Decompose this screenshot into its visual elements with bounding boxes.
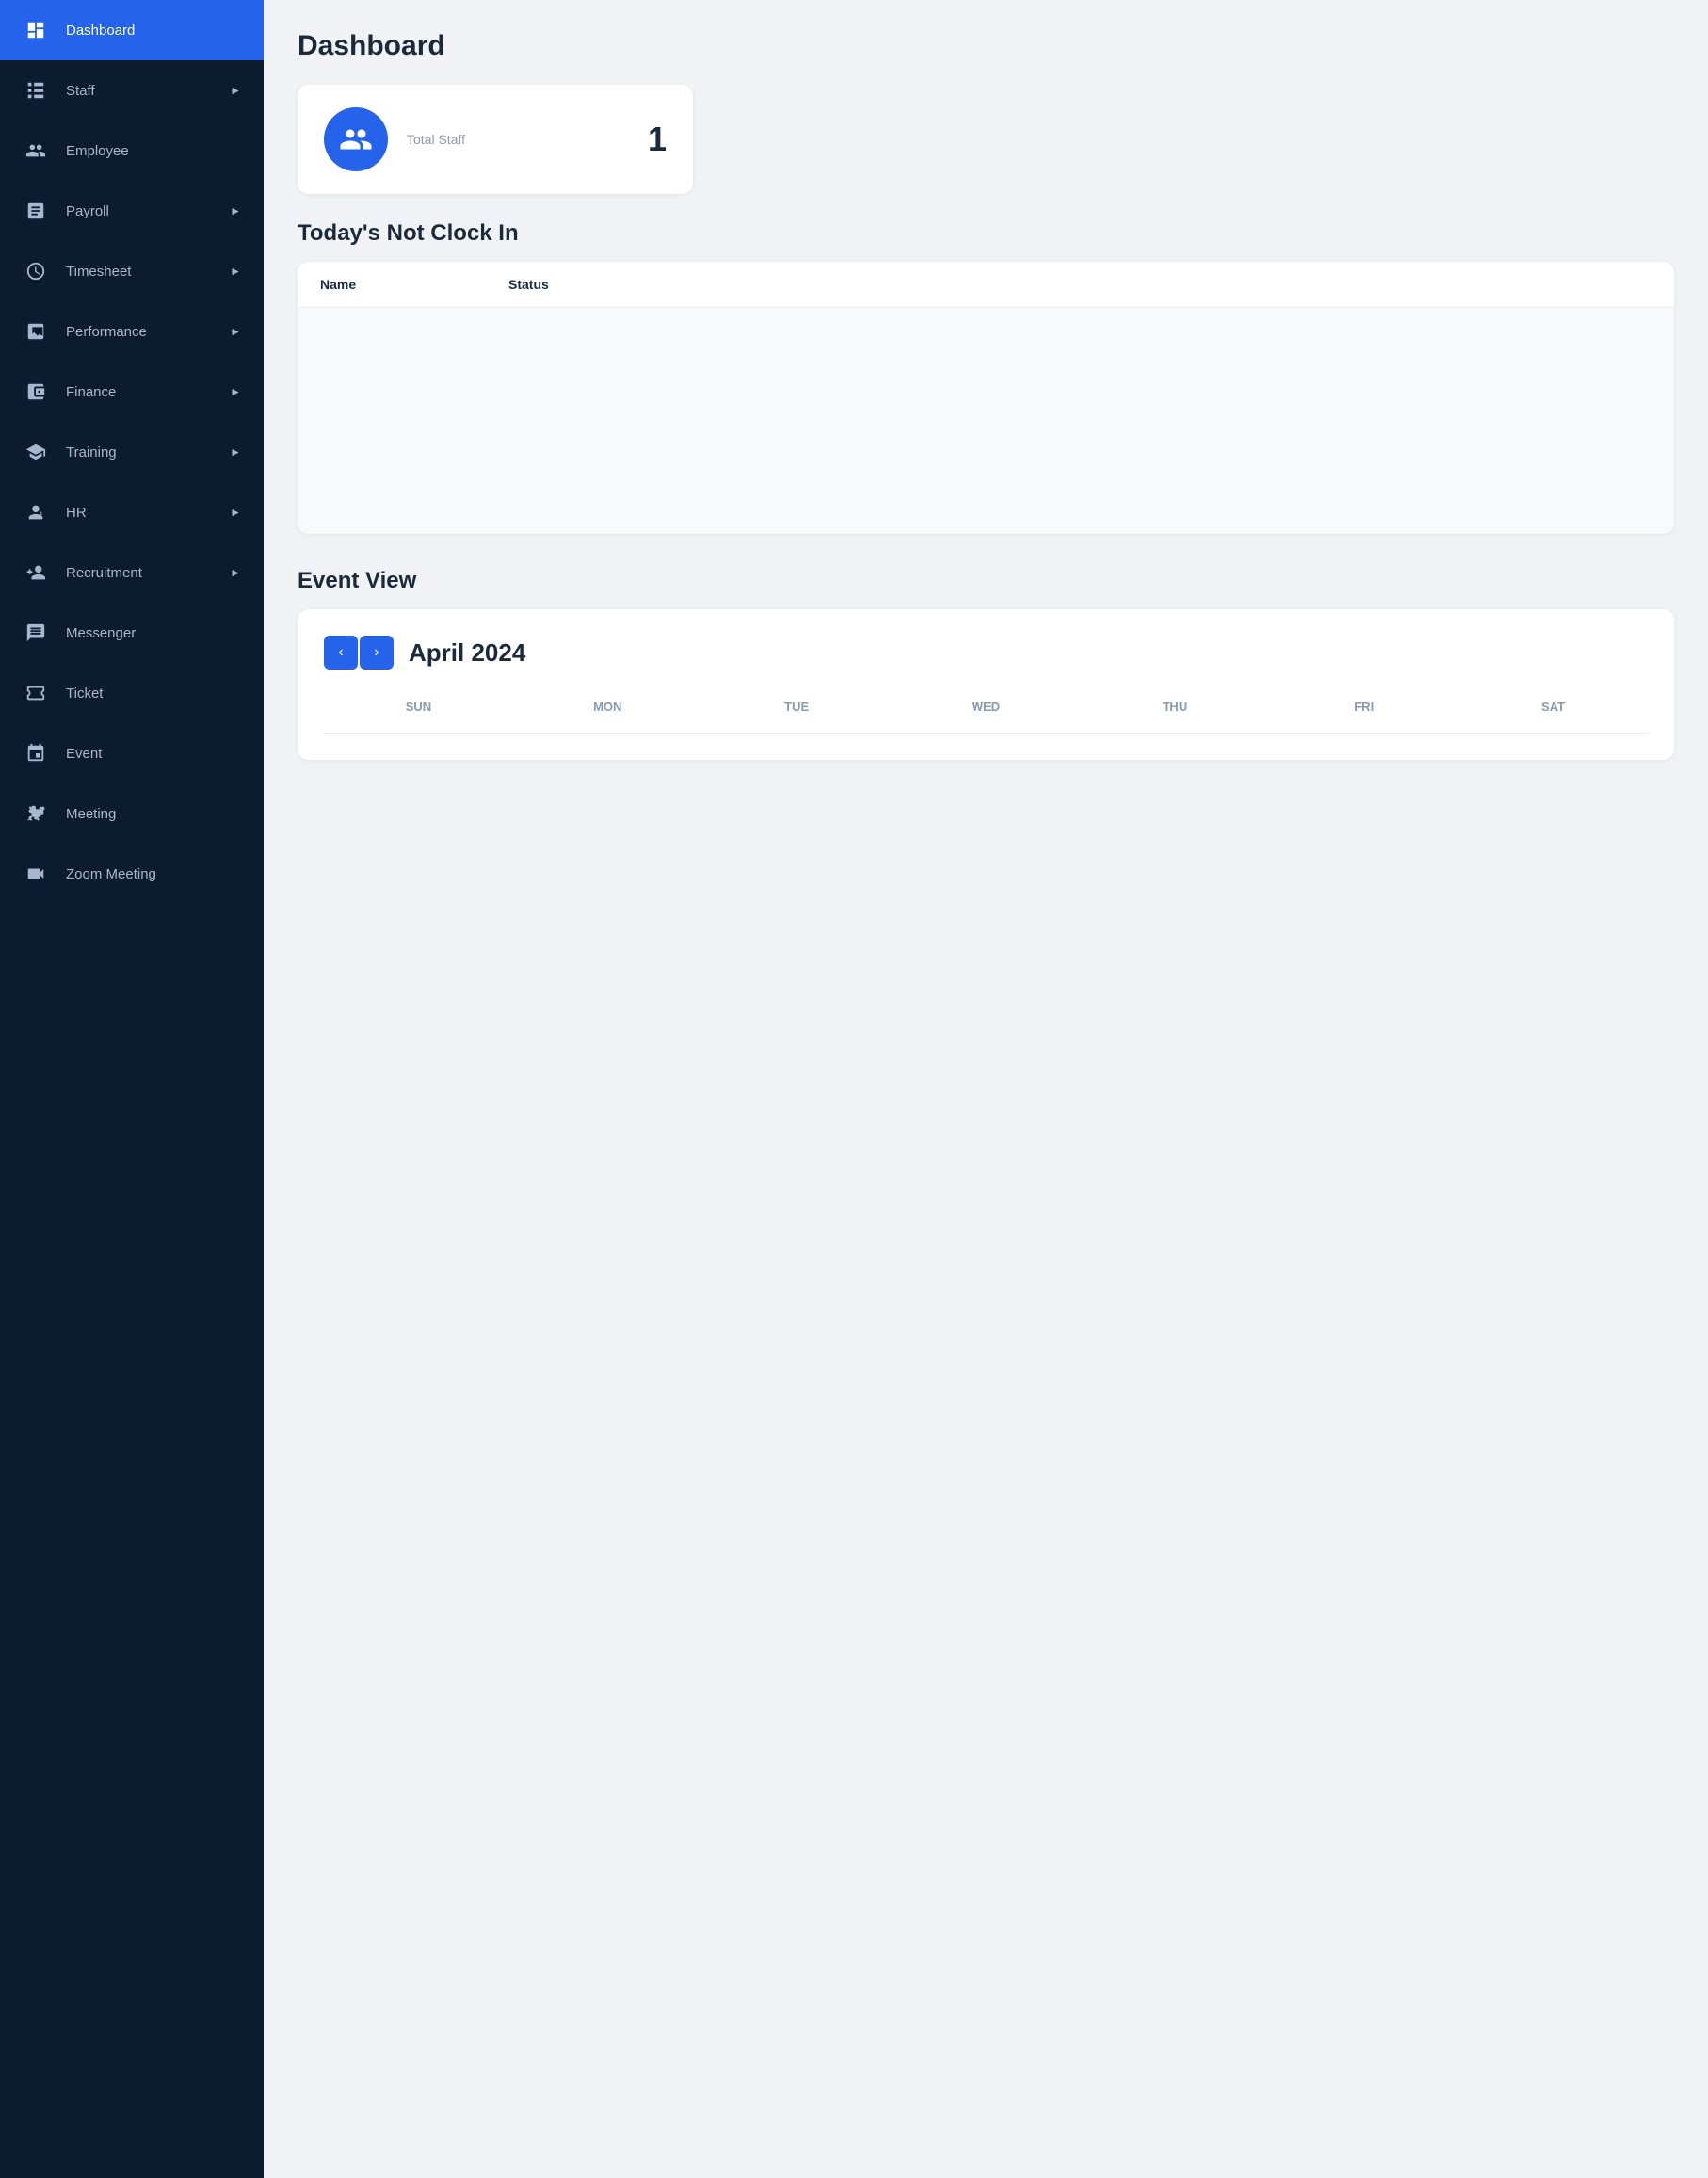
table-body xyxy=(298,308,1674,534)
staff-icon xyxy=(23,77,49,104)
sidebar-item-ticket-label: Ticket xyxy=(66,686,241,702)
employee-icon xyxy=(23,137,49,164)
timesheet-arrow-icon: ► xyxy=(230,265,241,278)
calendar-next-button[interactable]: › xyxy=(360,636,394,670)
sidebar-item-hr-label: HR xyxy=(66,505,213,521)
table-header-status: Status xyxy=(508,277,659,292)
calendar-day-tue: TUE xyxy=(702,692,892,721)
sidebar-item-messenger-label: Messenger xyxy=(66,625,241,641)
sidebar-item-training-label: Training xyxy=(66,444,213,460)
sidebar-item-recruitment[interactable]: Recruitment ► xyxy=(0,542,264,603)
zoom-icon xyxy=(23,861,49,887)
performance-icon xyxy=(23,318,49,345)
calendar-day-thu: THU xyxy=(1080,692,1269,721)
sidebar-item-timesheet-label: Timesheet xyxy=(66,264,213,280)
sidebar-item-recruitment-label: Recruitment xyxy=(66,565,213,581)
finance-icon xyxy=(23,379,49,405)
total-staff-icon-circle xyxy=(324,107,388,171)
sidebar-item-payroll-label: Payroll xyxy=(66,203,213,219)
total-staff-value: 1 xyxy=(648,122,667,156)
calendar-nav: ‹ › April 2024 xyxy=(324,636,1648,670)
calendar-day-fri: FRI xyxy=(1269,692,1458,721)
calendar-day-wed: WED xyxy=(892,692,1081,721)
sidebar-item-employee[interactable]: Employee xyxy=(0,121,264,181)
sidebar-item-dashboard-label: Dashboard xyxy=(66,23,241,39)
payroll-arrow-icon: ► xyxy=(230,204,241,218)
calendar-day-mon: MON xyxy=(513,692,702,721)
finance-arrow-icon: ► xyxy=(230,385,241,398)
calendar-day-sat: SAT xyxy=(1458,692,1648,721)
total-staff-icon xyxy=(339,122,373,156)
sidebar-item-timesheet[interactable]: Timesheet ► xyxy=(0,241,264,301)
messenger-icon xyxy=(23,620,49,646)
sidebar-item-training[interactable]: Training ► xyxy=(0,422,264,482)
sidebar-item-hr[interactable]: HR ► xyxy=(0,482,264,542)
event-view-section: Event View ‹ › April 2024 SUN MON TUE WE… xyxy=(298,568,1674,760)
sidebar-item-meeting[interactable]: Meeting xyxy=(0,783,264,844)
table-header-name: Name xyxy=(320,277,471,292)
sidebar-item-performance[interactable]: Performance ► xyxy=(0,301,264,362)
total-staff-card: Total Staff 1 xyxy=(298,85,693,194)
event-icon xyxy=(23,740,49,766)
total-staff-label: Total Staff xyxy=(407,132,465,147)
sidebar-item-employee-label: Employee xyxy=(66,143,241,159)
calendar-prev-button[interactable]: ‹ xyxy=(324,636,358,670)
timesheet-icon xyxy=(23,258,49,284)
not-clock-in-title: Today's Not Clock In xyxy=(298,220,1674,247)
recruitment-icon xyxy=(23,559,49,586)
staff-arrow-icon: ► xyxy=(230,84,241,97)
dashboard-icon xyxy=(23,17,49,43)
training-arrow-icon: ► xyxy=(230,445,241,459)
not-clock-in-table: Name Status xyxy=(298,262,1674,534)
calendar-nav-buttons: ‹ › xyxy=(324,636,394,670)
calendar-card: ‹ › April 2024 SUN MON TUE WED THU FRI S… xyxy=(298,609,1674,760)
training-icon xyxy=(23,439,49,465)
calendar-month: April 2024 xyxy=(409,638,525,668)
sidebar-item-payroll[interactable]: Payroll ► xyxy=(0,181,264,241)
meeting-icon xyxy=(23,800,49,827)
table-header: Name Status xyxy=(298,262,1674,308)
hr-icon xyxy=(23,499,49,525)
sidebar-item-zoom-meeting-label: Zoom Meeting xyxy=(66,866,241,882)
event-view-title: Event View xyxy=(298,568,1674,594)
stats-info: Total Staff xyxy=(407,132,465,147)
sidebar: Dashboard Staff ► Employee Payroll ► xyxy=(0,0,264,2178)
page-title: Dashboard xyxy=(298,30,1674,62)
sidebar-item-messenger[interactable]: Messenger xyxy=(0,603,264,663)
sidebar-item-finance-label: Finance xyxy=(66,384,213,400)
main-content: Dashboard Total Staff 1 Today's Not Cloc… xyxy=(264,0,1708,2178)
sidebar-item-finance[interactable]: Finance ► xyxy=(0,362,264,422)
sidebar-item-staff[interactable]: Staff ► xyxy=(0,60,264,121)
payroll-icon xyxy=(23,198,49,224)
sidebar-item-event-label: Event xyxy=(66,746,241,762)
sidebar-item-staff-label: Staff xyxy=(66,83,213,99)
sidebar-item-dashboard[interactable]: Dashboard xyxy=(0,0,264,60)
sidebar-item-performance-label: Performance xyxy=(66,324,213,340)
calendar-days-header: SUN MON TUE WED THU FRI SAT xyxy=(324,692,1648,734)
hr-arrow-icon: ► xyxy=(230,506,241,519)
calendar-day-sun: SUN xyxy=(324,692,513,721)
sidebar-item-meeting-label: Meeting xyxy=(66,806,241,822)
sidebar-item-event[interactable]: Event xyxy=(0,723,264,783)
sidebar-item-ticket[interactable]: Ticket xyxy=(0,663,264,723)
performance-arrow-icon: ► xyxy=(230,325,241,338)
ticket-icon xyxy=(23,680,49,706)
sidebar-item-zoom-meeting[interactable]: Zoom Meeting xyxy=(0,844,264,904)
recruitment-arrow-icon: ► xyxy=(230,566,241,579)
